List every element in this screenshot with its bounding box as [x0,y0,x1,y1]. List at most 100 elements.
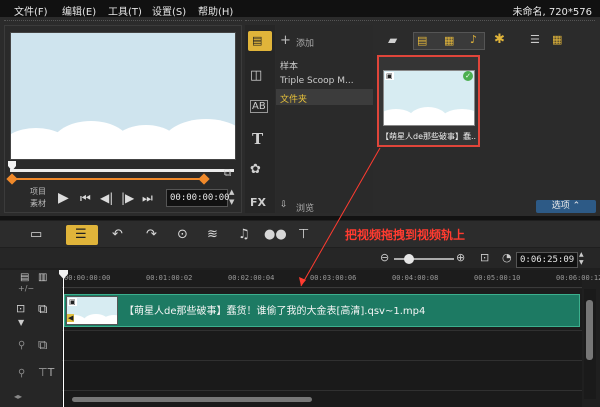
title-track-link-icon[interactable]: ⚲ [18,368,25,379]
motion-track-icon[interactable]: ●● [264,227,287,242]
thumbnail-view-icon[interactable]: ▦ [552,33,562,46]
panel-separator[interactable] [0,216,600,220]
list-view-icon[interactable]: ☰ [530,33,540,46]
enlarge-preview-icon[interactable]: ⧉ [224,168,231,179]
duration-down-icon[interactable]: ▼ [579,259,584,266]
clip-video-icon: ▣ [68,298,77,306]
vertical-scroll-thumb[interactable] [586,300,593,360]
project-duration[interactable]: 0:06:25:09 [516,252,578,268]
check-icon: ✓ [463,71,473,81]
preview-grip[interactable] [4,20,242,23]
chapter-icon[interactable]: ▥ [38,272,47,283]
subtitle-editor-icon[interactable]: ⊤ [298,227,309,242]
library-folder-list: + 添加 样本 Triple Scoop M... 文件夹 ⇩ 浏览 [276,25,373,214]
next-frame-icon[interactable]: |▶ [121,191,134,205]
menu-bar: 文件(F) 编辑(E) 工具(T) 设置(S) 帮助(H) 未命名, 720*5… [0,0,600,18]
title-track-icon[interactable]: ⊤T [38,366,54,379]
graphics-icon[interactable]: ✿ [250,162,261,177]
browse-icon[interactable]: ⇩ [280,200,288,210]
overlay-track[interactable] [62,331,582,361]
ruler-tick: 00:06:00:12 [556,274,600,282]
video-type-icon: ▣ [385,72,394,80]
zoom-slider[interactable] [394,258,454,260]
undo-icon[interactable]: ↶ [112,227,123,242]
ruler-tick: 00:05:00:10 [474,274,521,282]
add-track-icon[interactable]: +/− [18,284,34,293]
zoom-in-icon[interactable]: ⊕ [456,251,465,264]
menu-edit[interactable]: 编辑(E) [62,3,96,18]
timeline-ruler[interactable]: 00:00:00:00 00:01:00:02 00:02:00:04 00:0… [62,270,600,288]
trim-range [12,178,204,180]
annotation-text: 把视频拖拽到视频轨上 [345,228,466,242]
library-grip[interactable] [245,20,595,23]
clip-audio-icon: ◀ [67,314,75,322]
audio-filter-icon[interactable]: ♪ [470,33,477,46]
timeline-view-icon: ☰ [75,227,87,242]
video-track-visible-icon[interactable]: ⊡ [16,302,25,315]
menu-settings[interactable]: 设置(S) [152,3,186,18]
duration-up-icon[interactable]: ▲ [579,251,584,258]
ruler-tick: 00:01:00:02 [146,274,193,282]
fit-project-icon[interactable]: ⊡ [480,251,489,264]
ruler-tick: 00:00:00:00 [64,274,111,282]
timecode-up-icon[interactable]: ▲ [229,188,234,196]
menu-file[interactable]: 文件(F) [14,3,48,18]
thumbnail-label: 【萌星人de那些破事】蠢... [381,132,477,141]
playhead[interactable] [63,272,64,407]
scroll-home-icon[interactable]: ◂▸ [14,392,22,401]
horizontal-scroll-thumb[interactable] [72,397,312,402]
video-track-icon[interactable]: ⧉ [38,302,47,317]
browse-label[interactable]: 浏览 [296,201,314,214]
ruler-tick: 00:04:00:08 [392,274,439,282]
overlay-track-icon[interactable]: ⧉ [38,338,47,353]
folder-item-samples[interactable]: 样本 [280,59,298,72]
fx-icon[interactable]: FX [250,196,266,209]
timecode-down-icon[interactable]: ▼ [229,198,234,206]
text-icon[interactable]: T [252,130,263,148]
scrub-track[interactable] [10,169,234,172]
video-filter-icon[interactable]: ▤ [417,34,427,47]
track-manager-icon[interactable]: ▤ [20,272,29,283]
folder-icon[interactable]: ▰ [388,33,397,47]
auto-music-icon[interactable]: ♫ [238,227,250,242]
end-icon[interactable]: ⏭ [142,191,153,206]
storyboard-view-icon[interactable]: ▭ [30,227,42,242]
overlay-track-link-icon[interactable]: ⚲ [18,340,25,351]
clock-icon: ◔ [502,251,512,264]
library-category-bar [245,25,275,213]
record-capture-icon[interactable]: ⊙ [177,227,188,242]
preview-screen [10,32,236,160]
menu-tools[interactable]: 工具(T) [108,3,142,18]
options-label: 选项 [551,201,570,211]
home-icon[interactable]: ⏮ [80,191,91,206]
playhead-handle[interactable] [59,270,68,279]
add-label[interactable]: 添加 [296,36,314,49]
zoom-out-icon[interactable]: ⊖ [380,251,389,264]
clip-name: 【萌星人de那些破事】蠢货！谁偷了我的大金表[高清].qsv~1.mp4 [124,306,426,317]
add-icon[interactable]: + [280,33,291,48]
folder-item-folder[interactable]: 文件夹 [280,92,307,105]
scrub-handle[interactable] [8,161,16,171]
ruler-tick: 00:03:00:06 [310,274,357,282]
media-icon: ▤ [252,34,263,47]
mode-project-label[interactable]: 项目 [30,186,46,197]
thumbnail-image [383,70,475,126]
ruler-tick: 00:02:00:04 [228,274,275,282]
title-track[interactable] [62,361,582,391]
play-icon[interactable]: ▶ [58,190,69,206]
zoom-slider-knob[interactable] [404,254,414,264]
folder-item-triple-scoop[interactable]: Triple Scoop M... [280,76,354,86]
prev-frame-icon[interactable]: ◀| [100,191,113,205]
sort-icon[interactable]: ✱ [494,32,505,47]
options-button[interactable]: 选项 ⌃ [536,200,596,213]
video-track-expand-icon[interactable]: ▼ [18,318,24,327]
preview-timecode[interactable]: 00:00:00:00 [166,189,230,207]
menu-help[interactable]: 帮助(H) [198,3,233,18]
photo-filter-icon[interactable]: ▦ [444,34,454,47]
transition-icon[interactable]: ◫ [250,68,262,83]
mode-clip-label[interactable]: 素材 [30,198,46,209]
sound-mixer-icon[interactable]: ≋ [207,227,218,242]
project-title: 未命名, 720*576 [512,7,592,18]
title-icon[interactable]: AB [250,100,268,113]
redo-icon[interactable]: ↷ [146,227,157,242]
